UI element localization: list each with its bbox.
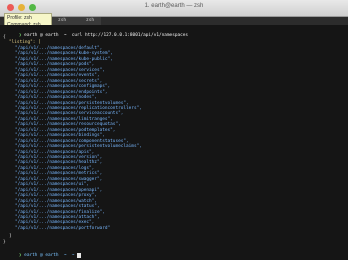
json-row: "/api/v1/.../namespaces/configmaps", xyxy=(15,84,111,90)
json-row: "/api/v1/.../namespaces/events", xyxy=(15,73,100,79)
json-row: "/api/v1/.../namespaces/ui", xyxy=(15,182,90,188)
json-row: "/api/v1/.../namespaces/componentstatuse… xyxy=(15,138,129,144)
prompt-bottom-text: earth @ earth ~ ~ xyxy=(24,253,78,258)
json-row: "/api/v1/.../namespaces/nodes", xyxy=(15,95,97,101)
tooltip-line-profile: Profile: zsh xyxy=(7,15,32,21)
json-row: "/api/v1/.../namespaces/resourcequotas", xyxy=(15,122,121,128)
terminal-prompt-bottom: ❯ earth @ earth ~ ~ xyxy=(3,248,82,260)
json-row: "/api/v1/.../namespaces/podtemplates", xyxy=(15,127,116,133)
json-row: "/api/v1/.../namespaces/portforward" xyxy=(15,225,111,231)
json-row: "/api/v1/.../namespaces/kube-system", xyxy=(15,51,113,57)
json-row: "/api/v1/.../namespaces/exec", xyxy=(15,220,95,226)
json-row: "/api/v1/.../namespaces/healthz", xyxy=(15,160,103,166)
json-row: "/api/v1/.../namespaces/persistentvolume… xyxy=(15,144,142,150)
json-row: "/api/v1/.../namespaces/proxy", xyxy=(15,193,97,199)
json-row: "/api/v1/.../namespaces/status", xyxy=(15,204,100,210)
json-row: "/api/v1/.../namespaces/apis", xyxy=(15,149,95,155)
json-key-listing: "listing": [ xyxy=(9,40,41,45)
json-row: "/api/v1/.../namespaces/metrics", xyxy=(15,171,103,177)
json-open-brace: { xyxy=(3,35,6,40)
json-row: "/api/v1/.../namespaces/finalize", xyxy=(15,209,105,215)
json-close-array: ] xyxy=(9,234,12,239)
json-row: "/api/v1/.../namespaces/serviceaccounts"… xyxy=(15,111,124,117)
tab-zsh-1[interactable]: zsh xyxy=(55,17,86,25)
json-row: "/api/v1/.../namespaces/watch", xyxy=(15,198,97,204)
json-row: "/api/v1/.../namespaces/pods", xyxy=(15,62,95,68)
terminal-output[interactable]: ❯ earth @ earth ~ curl http://127.0.0.1:… xyxy=(0,25,348,260)
json-row: "/api/v1/.../namespaces/persistentvolume… xyxy=(15,100,129,106)
json-close-brace: } xyxy=(3,240,6,245)
window-title: 1. earth@earth — zsh xyxy=(144,3,204,9)
terminal-cursor xyxy=(77,253,82,258)
tab-bar: earth@earth zsh zsh xyxy=(0,17,348,25)
prompt-command: earth @ earth ~ curl http://127.0.0.1:80… xyxy=(24,33,189,38)
json-row: "/api/v1/.../namespaces/endpoints", xyxy=(15,89,108,95)
tab-zsh-2[interactable]: zsh xyxy=(83,17,101,25)
json-row: "/api/v1/.../namespaces/openapi", xyxy=(15,187,103,193)
json-row: "/api/v1/.../namespaces/bindings", xyxy=(15,133,105,139)
title-bar: 1. earth@earth — zsh xyxy=(0,0,348,17)
terminal-window: 1. earth@earth — zsh earth@earth zsh zsh… xyxy=(0,0,348,260)
json-row: "/api/v1/.../namespaces/secrets", xyxy=(15,78,103,84)
